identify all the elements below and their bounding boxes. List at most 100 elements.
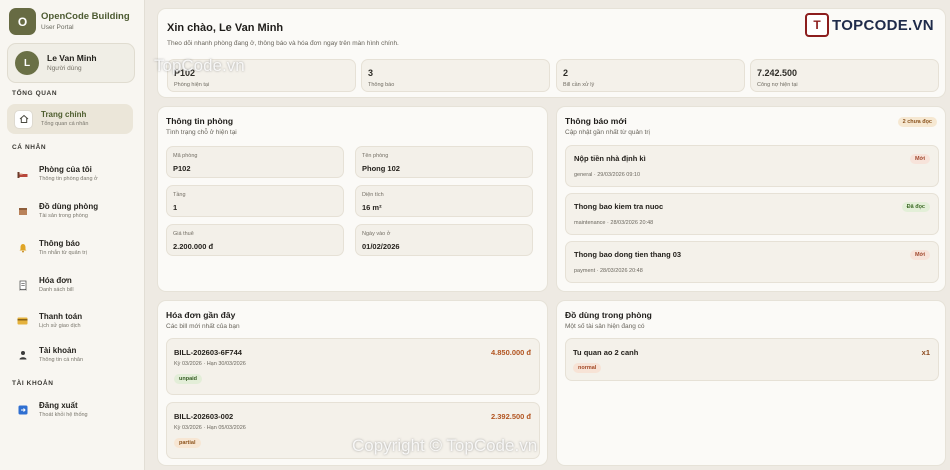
stat-current-room: P102 Phòng hiện tại	[167, 59, 356, 92]
stat-debt: 7.242.500 Công nợ hiện tại	[750, 59, 939, 92]
welcome-card: Xin chào, Le Van Minh Theo dõi nhanh phò…	[157, 8, 946, 98]
topcode-logo: T TOPCODE.VN	[805, 13, 934, 37]
field-area: Diện tích 16 m²	[355, 185, 533, 217]
user-icon	[14, 347, 31, 364]
nav-subtitle: Danh sách bill	[39, 287, 74, 293]
status-badge: Đã đọc	[901, 202, 930, 212]
bill-code: BILL-202603-002	[174, 412, 234, 421]
field-value: Phong 102	[362, 164, 400, 173]
notification-meta: payment · 28/03/2026 20:48	[574, 268, 643, 274]
bill-period: Kỳ 03/2026 · Hạn 30/03/2026	[174, 361, 246, 367]
status-badge: unpaid	[174, 374, 203, 384]
nav-title: Trang chính	[41, 110, 87, 119]
notifications-title: Thông báo mới	[565, 116, 627, 126]
nav-item-home[interactable]: Trang chính Tổng quan cá nhân	[7, 104, 133, 134]
notification-item[interactable]: Thong bao kiem tra nuoc maintenance · 28…	[565, 193, 939, 235]
room-item[interactable]: Tu quan ao 2 canh x1 normal	[565, 338, 939, 381]
nav-subtitle: Thông tin phòng đang ở	[39, 176, 98, 182]
recent-bills-title: Hóa đơn gần đây	[166, 310, 236, 320]
notification-title: Thong bao dong tien thang 03	[574, 250, 682, 259]
greeting-title: Xin chào, Le Van Minh	[167, 22, 284, 34]
card-icon	[14, 313, 31, 330]
bill-period: Kỳ 03/2026 · Hạn 05/03/2026	[174, 425, 246, 431]
condition-badge: normal	[573, 363, 602, 373]
section-label-personal: CÁ NHÂN	[12, 144, 47, 151]
notifications-subtitle: Cập nhật gần nhất từ quản trị	[565, 129, 650, 136]
brand-logo: O	[9, 8, 36, 35]
field-floor: Tầng 1	[166, 185, 344, 217]
bell-icon	[14, 240, 31, 257]
nav-title: Đồ dùng phòng	[39, 202, 99, 211]
nav-item-room-items[interactable]: Đồ dùng phòng Tài sản trong phòng	[7, 196, 133, 226]
stat-value: 2	[563, 68, 569, 78]
recent-bills-subtitle: Các bill mới nhất của bạn	[166, 323, 240, 330]
bill-item[interactable]: BILL-202603-002 Kỳ 03/2026 · Hạn 05/03/2…	[166, 402, 540, 459]
field-move-in-date: Ngày vào ở 01/02/2026	[355, 224, 533, 256]
notification-title: Nộp tiền nhà định kì	[574, 154, 646, 163]
stat-notifications: 3 Thông báo	[361, 59, 550, 92]
stat-label: Thông báo	[368, 82, 395, 88]
nav-title: Thanh toán	[39, 312, 83, 321]
room-item-name: Tu quan ao 2 canh	[573, 348, 639, 357]
room-info-card: Thông tin phòng Tình trạng chỗ ở hiện tạ…	[157, 106, 548, 292]
notification-meta: maintenance · 28/03/2026 20:48	[574, 220, 654, 226]
section-label-overview: TỔNG QUAN	[12, 90, 58, 97]
greeting-subtitle: Theo dõi nhanh phòng đang ở, thông báo v…	[167, 40, 399, 47]
room-items-subtitle: Một số tài sản hiện đang có	[565, 323, 645, 330]
bill-amount: 2.392.500 đ	[490, 412, 531, 421]
nav-item-notifications[interactable]: Thông báo Tin nhắn từ quản trị	[7, 233, 133, 263]
notification-meta: general · 29/03/2026 09:10	[574, 172, 641, 178]
stat-value: 3	[368, 68, 374, 78]
field-rent: Giá thuê 2.200.000 đ	[166, 224, 344, 256]
avatar: L	[15, 51, 39, 75]
nav-title: Đăng xuất	[39, 401, 78, 410]
stat-value: 7.242.500	[757, 68, 798, 78]
field-value: 2.200.000 đ	[173, 242, 214, 251]
bill-amount: 4.850.000 đ	[490, 348, 531, 357]
field-room-name: Tên phòng Phong 102	[355, 146, 533, 178]
user-role: Người dùng	[47, 65, 82, 72]
field-label: Ngày vào ở	[362, 231, 391, 237]
stat-value: P102	[174, 68, 196, 78]
recent-bills-card: Hóa đơn gần đây Các bill mới nhất của bạ…	[157, 300, 548, 466]
nav-subtitle: Tài sản trong phòng	[39, 213, 88, 219]
notification-item[interactable]: Nộp tiền nhà định kì general · 29/03/202…	[565, 145, 939, 187]
nav-title: Tài khoản	[39, 346, 77, 355]
room-items-card: Đồ dùng trong phòng Một số tài sản hiện …	[556, 300, 946, 466]
section-label-account: TÀI KHOẢN	[12, 380, 54, 387]
field-value: P102	[173, 164, 191, 173]
user-card[interactable]: L Le Van Minh Người dùng	[7, 43, 135, 83]
nav-item-payments[interactable]: Thanh toán Lịch sử giao dịch	[7, 306, 133, 336]
stat-label: Công nợ hiện tại	[757, 82, 798, 88]
home-icon	[14, 109, 33, 129]
topcode-logo-icon: T	[805, 13, 829, 37]
field-value: 16 m²	[362, 203, 382, 212]
bill-code: BILL-202603-6F744	[174, 348, 242, 357]
brand-subtitle: User Portal	[41, 24, 74, 31]
nav-item-account[interactable]: Tài khoản Thông tin cá nhân	[7, 340, 133, 370]
room-info-title: Thông tin phòng	[166, 116, 234, 126]
nav-subtitle: Thoát khỏi hệ thống	[39, 412, 88, 418]
status-badge: partial	[174, 438, 201, 448]
unread-badge: 2 chưa đọc	[897, 117, 937, 127]
user-name: Le Van Minh	[47, 53, 97, 63]
field-label: Mã phòng	[173, 153, 198, 159]
field-value: 01/02/2026	[362, 242, 400, 251]
notification-title: Thong bao kiem tra nuoc	[574, 202, 664, 211]
nav-item-my-room[interactable]: Phòng của tôi Thông tin phòng đang ở	[7, 159, 133, 189]
nav-title: Hóa đơn	[39, 276, 72, 285]
status-badge: Mới	[909, 250, 930, 260]
nav-item-bills[interactable]: Hóa đơn Danh sách bill	[7, 270, 133, 300]
stat-label: Phòng hiện tại	[174, 82, 210, 88]
logout-icon	[14, 402, 31, 419]
nav-item-logout[interactable]: Đăng xuất Thoát khỏi hệ thống	[7, 395, 133, 425]
stat-label: Bill cần xử lý	[563, 82, 595, 88]
sidebar: O OpenCode Building User Portal L Le Van…	[0, 0, 145, 470]
nav-title: Thông báo	[39, 239, 80, 248]
bill-item[interactable]: BILL-202603-6F744 Kỳ 03/2026 · Hạn 30/03…	[166, 338, 540, 395]
notification-item[interactable]: Thong bao dong tien thang 03 payment · 2…	[565, 241, 939, 283]
stat-bills: 2 Bill cần xử lý	[556, 59, 745, 92]
field-label: Tên phòng	[362, 153, 389, 159]
room-info-subtitle: Tình trạng chỗ ở hiện tại	[166, 129, 237, 136]
brand-name: OpenCode Building	[41, 11, 130, 22]
